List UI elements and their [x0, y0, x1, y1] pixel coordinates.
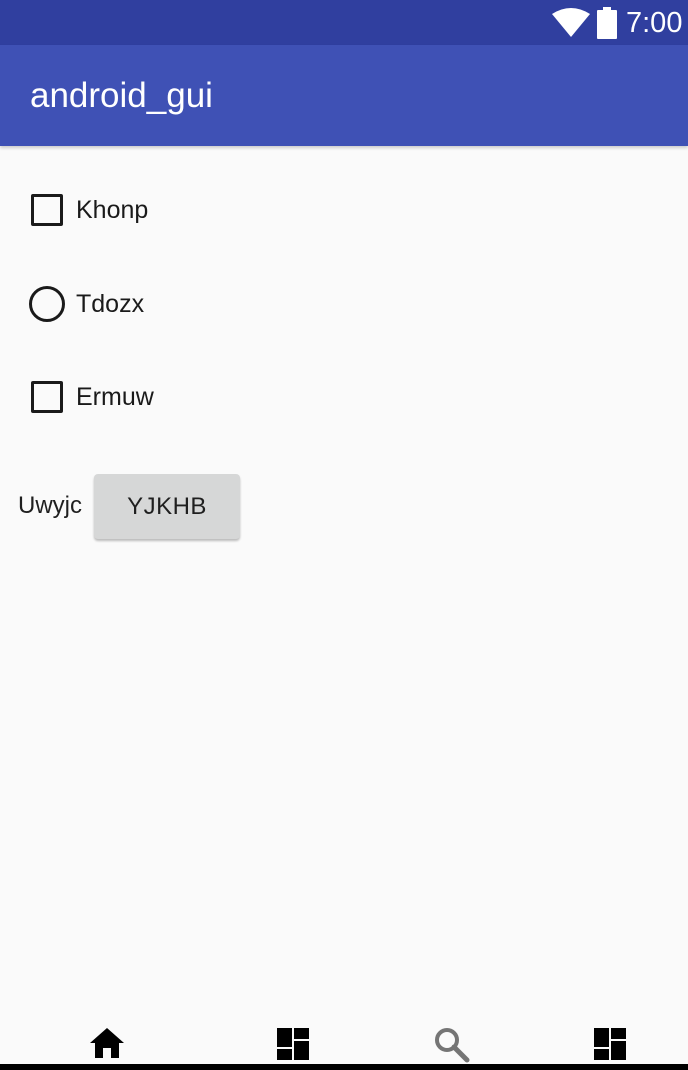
battery-icon — [597, 7, 617, 44]
radio-tdozx[interactable]: Tdozx — [28, 282, 348, 326]
search-icon — [433, 1026, 473, 1064]
checkbox-ermuw[interactable]: Ermuw — [28, 375, 348, 419]
nav-dashboard-2[interactable] — [592, 1026, 632, 1062]
home-icon — [88, 1026, 128, 1060]
screen: 7:00 android_gui Khonp Tdozx Ermuw Uwyjc… — [0, 0, 688, 1070]
app-bar: android_gui — [0, 45, 688, 146]
bottom-divider — [0, 1064, 688, 1070]
uwyjc-label: Uwyjc — [18, 492, 82, 519]
radio-circle[interactable] — [29, 286, 65, 322]
dashboard-icon — [275, 1026, 315, 1062]
yjkhb-button[interactable]: YJKHB — [94, 474, 240, 539]
status-time: 7:00 — [626, 7, 683, 39]
wifi-icon — [552, 8, 590, 43]
checkbox-khonp[interactable]: Khonp — [28, 188, 348, 232]
checkbox-label: Ermuw — [76, 383, 154, 411]
dashboard-icon — [592, 1026, 632, 1062]
app-title: android_gui — [30, 76, 213, 115]
radio-label: Tdozx — [76, 290, 145, 318]
checkbox-box[interactable] — [31, 194, 63, 226]
checkbox-label: Khonp — [76, 196, 149, 224]
nav-search[interactable] — [433, 1026, 473, 1064]
nav-dashboard[interactable] — [275, 1026, 315, 1062]
status-bar: 7:00 — [0, 0, 688, 45]
nav-home[interactable] — [88, 1026, 128, 1062]
checkbox-box[interactable] — [31, 381, 63, 413]
bottom-navigation — [0, 1018, 688, 1070]
